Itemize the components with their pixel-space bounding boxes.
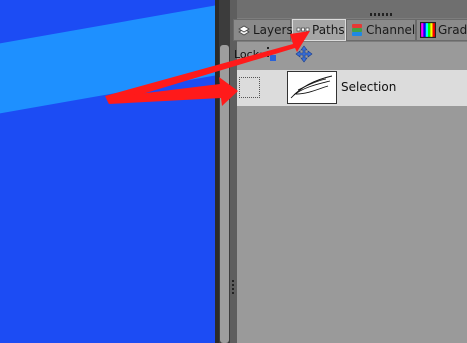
resize-grip-icon	[232, 280, 234, 296]
move-icon[interactable]	[295, 45, 313, 63]
canvas-shape	[0, 0, 215, 121]
lock-icon[interactable]	[267, 47, 277, 61]
paths-dock: Layers Paths Channels Grad Lock: Selecti…	[233, 0, 467, 343]
image-canvas[interactable]	[0, 0, 215, 343]
lock-label: Lock:	[234, 48, 263, 61]
path-visibility-toggle[interactable]	[239, 77, 260, 98]
vertical-scrollbar[interactable]	[219, 0, 230, 343]
tab-layers-label: Layers	[253, 23, 293, 37]
dock-grip-icon[interactable]	[370, 13, 392, 16]
gradients-icon	[420, 22, 436, 38]
tab-paths-label: Paths	[312, 23, 345, 37]
tab-channels-label: Channels	[366, 23, 422, 37]
layers-icon	[238, 25, 250, 36]
tab-gradients-label: Gradients	[438, 23, 467, 37]
dock-tabs: Layers Paths Channels Grad	[233, 18, 467, 43]
channels-icon	[352, 24, 362, 36]
path-preview-icon	[290, 75, 333, 99]
paths-icon	[296, 27, 310, 32]
paths-toolbar: Lock:	[234, 42, 467, 68]
tab-layers[interactable]: Layers	[233, 19, 293, 41]
dock-header	[237, 0, 467, 18]
tab-channels[interactable]: Channels	[346, 19, 422, 41]
path-thumbnail	[287, 71, 337, 104]
tab-paths[interactable]: Paths	[292, 19, 346, 41]
path-row-selection[interactable]: Selection	[237, 70, 467, 106]
tab-gradients[interactable]: Gradients	[416, 19, 467, 41]
path-name-label: Selection	[341, 80, 397, 94]
scrollbar-thumb[interactable]	[220, 45, 229, 343]
